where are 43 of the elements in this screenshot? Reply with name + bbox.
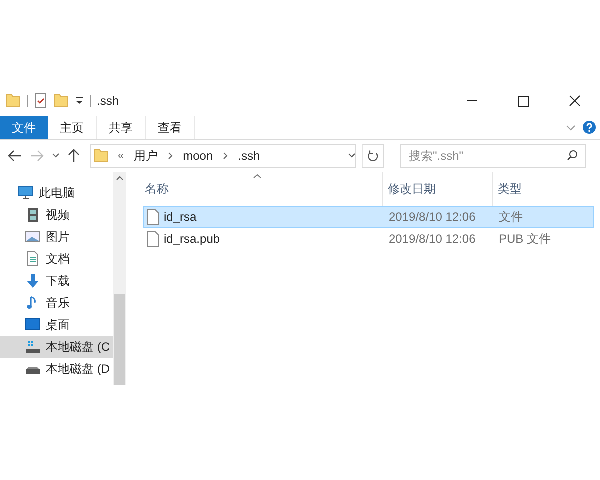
ribbon-tab[interactable]: 文件 — [0, 116, 48, 139]
file-row[interactable]: id_rsa 2019/8/10 12:06 文件 — [143, 206, 594, 228]
scrollbar[interactable] — [113, 172, 126, 385]
film-icon — [25, 207, 41, 223]
breadcrumb-item[interactable]: moon — [183, 147, 214, 165]
picture-icon — [25, 229, 41, 245]
nav-item[interactable]: 本地磁盘 (C — [0, 336, 113, 358]
computer-icon — [18, 185, 34, 201]
chevron-right-icon — [223, 152, 228, 160]
file-row[interactable]: id_rsa.pub 2019/8/10 12:06 PUB 文件 — [143, 228, 594, 250]
checklist-icon[interactable] — [34, 93, 48, 109]
file-icon — [147, 231, 159, 247]
file-date: 2019/8/10 12:06 — [388, 231, 477, 248]
breadcrumb-item[interactable]: 用户 — [134, 147, 158, 165]
file-date: 2019/8/10 12:06 — [388, 209, 477, 226]
help-icon[interactable] — [583, 121, 596, 134]
window-title: .ssh — [97, 93, 120, 110]
search-field[interactable]: 搜索".ssh" — [400, 144, 586, 168]
file-type: PUB 文件 — [498, 231, 552, 248]
overflow-chevron[interactable]: « — [118, 148, 124, 164]
dropdown-icon[interactable] — [75, 96, 84, 106]
breadcrumb-item[interactable]: .ssh — [238, 147, 260, 165]
column-header[interactable]: 类型 — [493, 172, 594, 206]
close-icon[interactable] — [569, 95, 581, 107]
folder-icon — [94, 148, 108, 164]
file-name: id_rsa — [164, 209, 197, 226]
chevron-down-icon[interactable] — [348, 153, 356, 159]
back-arrow-icon[interactable] — [8, 150, 22, 162]
address-bar[interactable]: « 用户 moon .ssh — [90, 144, 356, 168]
scrollbar-thumb[interactable] — [114, 294, 125, 385]
file-icon — [147, 209, 159, 225]
maximize-icon[interactable] — [518, 96, 529, 106]
chevron-down-icon[interactable] — [52, 153, 60, 159]
up-arrow-icon[interactable] — [68, 149, 80, 163]
document-icon — [25, 251, 41, 267]
search-icon — [567, 150, 578, 161]
file-type: 文件 — [498, 209, 524, 226]
chevron-right-icon — [168, 152, 174, 160]
file-name: id_rsa.pub — [164, 231, 220, 248]
monitor-icon — [25, 317, 41, 333]
drive-icon — [25, 339, 41, 355]
down-arrow-icon — [25, 273, 41, 289]
refresh-icon[interactable] — [367, 150, 379, 162]
